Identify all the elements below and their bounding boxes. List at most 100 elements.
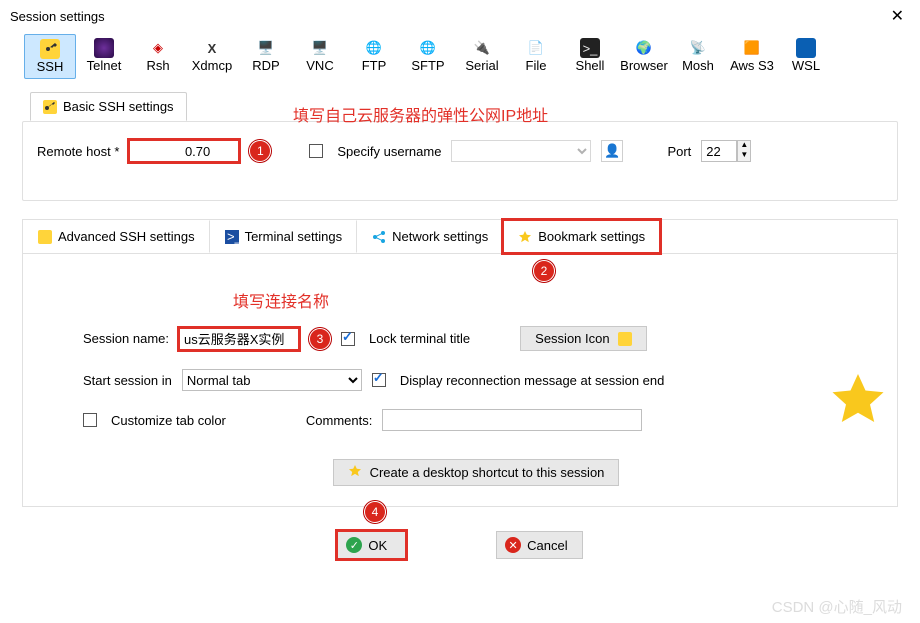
comments-input[interactable] <box>382 409 642 431</box>
tb-shell[interactable]: >_ Shell <box>564 34 616 79</box>
sftp-icon: 🌐 <box>418 38 438 58</box>
tab-terminal-settings[interactable]: >_ Terminal settings <box>210 220 358 253</box>
tab-basic-ssh[interactable]: Basic SSH settings <box>30 92 187 121</box>
customize-tab-label: Customize tab color <box>111 413 226 428</box>
network-icon <box>372 230 386 244</box>
specify-username-label: Specify username <box>337 144 441 159</box>
port-label: Port <box>667 144 691 159</box>
telnet-icon <box>94 38 114 58</box>
display-reconn-checkbox[interactable] <box>372 373 386 387</box>
ok-button[interactable]: ✓ OK <box>337 531 406 559</box>
key-icon <box>618 332 632 346</box>
cancel-icon: ✕ <box>505 537 521 553</box>
customize-tab-checkbox[interactable] <box>83 413 97 427</box>
tb-rsh[interactable]: ◈ Rsh <box>132 34 184 79</box>
key-icon <box>38 230 52 244</box>
tab-basic-ssh-label: Basic SSH settings <box>63 99 174 114</box>
tb-label: Browser <box>620 58 668 73</box>
tab-terminal-settings-label: Terminal settings <box>245 229 343 244</box>
tb-label: SFTP <box>411 58 444 73</box>
session-icon-button[interactable]: Session Icon <box>520 326 646 351</box>
session-name-input[interactable] <box>179 328 299 350</box>
ftp-icon: 🌐 <box>364 38 384 58</box>
tb-label: RDP <box>252 58 279 73</box>
tb-label: WSL <box>792 58 820 73</box>
tb-aws[interactable]: 🟧 Aws S3 <box>726 34 778 79</box>
tb-vnc[interactable]: 🖥️ VNC <box>294 34 346 79</box>
tb-label: Shell <box>576 58 605 73</box>
cancel-button[interactable]: ✕ Cancel <box>496 531 582 559</box>
tb-browser[interactable]: 🌍 Browser <box>618 34 670 79</box>
tab-bookmark-settings[interactable]: Bookmark settings <box>503 220 660 253</box>
session-name-label: Session name: <box>83 331 169 346</box>
browser-icon: 🌍 <box>634 38 654 58</box>
aws-icon: 🟧 <box>742 38 762 58</box>
remote-host-input[interactable] <box>129 140 239 162</box>
file-icon: 📄 <box>526 38 546 58</box>
vnc-icon: 🖥️ <box>310 38 330 58</box>
tb-file[interactable]: 📄 File <box>510 34 562 79</box>
tb-mosh[interactable]: 📡 Mosh <box>672 34 724 79</box>
mosh-icon: 📡 <box>688 38 708 58</box>
port-input[interactable] <box>701 140 737 162</box>
tb-telnet[interactable]: Telnet <box>78 34 130 79</box>
marker-1: 1 <box>249 140 271 162</box>
svg-text:>_: >_ <box>227 230 239 244</box>
terminal-icon: >_ <box>225 230 239 244</box>
ok-icon: ✓ <box>346 537 362 553</box>
cancel-label: Cancel <box>527 538 567 553</box>
tab-network-settings-label: Network settings <box>392 229 488 244</box>
key-icon <box>43 100 57 114</box>
star-icon <box>518 230 532 244</box>
create-shortcut-button[interactable]: Create a desktop shortcut to this sessio… <box>333 459 620 486</box>
marker-4: 4 <box>364 501 386 523</box>
specify-username-checkbox[interactable] <box>309 144 323 158</box>
session-icon-label: Session Icon <box>535 331 609 346</box>
tb-label: Xdmcp <box>192 58 232 73</box>
tab-bookmark-settings-label: Bookmark settings <box>538 229 645 244</box>
tb-rdp[interactable]: 🖥️ RDP <box>240 34 292 79</box>
key-icon <box>40 39 60 59</box>
lock-title-label: Lock terminal title <box>369 331 470 346</box>
tb-label: Aws S3 <box>730 58 774 73</box>
tb-ssh[interactable]: SSH <box>24 34 76 79</box>
start-session-label: Start session in <box>83 373 172 388</box>
tb-wsl[interactable]: WSL <box>780 34 832 79</box>
rsh-icon: ◈ <box>148 38 168 58</box>
marker-2: 2 <box>533 260 555 282</box>
wsl-icon <box>796 38 816 58</box>
remote-host-label: Remote host * <box>37 144 119 159</box>
protocol-toolbar: SSH Telnet ◈ Rsh X Xdmcp 🖥️ RDP 🖥️ VNC 🌐… <box>0 30 920 83</box>
tab-network-settings[interactable]: Network settings <box>357 220 503 253</box>
tb-ftp[interactable]: 🌐 FTP <box>348 34 400 79</box>
lock-title-checkbox[interactable] <box>341 332 355 346</box>
tab-advanced-ssh-label: Advanced SSH settings <box>58 229 195 244</box>
tab-advanced-ssh[interactable]: Advanced SSH settings <box>23 220 210 253</box>
tb-xdmcp[interactable]: X Xdmcp <box>186 34 238 79</box>
ok-label: OK <box>368 538 387 553</box>
rdp-icon: 🖥️ <box>256 38 276 58</box>
tb-label: Serial <box>465 58 498 73</box>
tb-label: VNC <box>306 58 333 73</box>
create-shortcut-label: Create a desktop shortcut to this sessio… <box>370 465 605 480</box>
watermark: CSDN @心随_风动 <box>772 596 902 617</box>
person-icon: 👤 <box>604 143 620 159</box>
serial-icon: 🔌 <box>472 38 492 58</box>
tb-label: File <box>526 58 547 73</box>
tb-label: Mosh <box>682 58 714 73</box>
shell-icon: >_ <box>580 38 600 58</box>
window-title: Session settings <box>10 9 105 24</box>
start-session-select[interactable]: Normal tab <box>182 369 362 391</box>
tb-label: Rsh <box>146 58 169 73</box>
username-select[interactable] <box>451 140 591 162</box>
star-icon <box>348 464 362 481</box>
tb-serial[interactable]: 🔌 Serial <box>456 34 508 79</box>
xdmcp-icon: X <box>202 38 222 58</box>
tb-label: SSH <box>37 59 64 74</box>
tb-sftp[interactable]: 🌐 SFTP <box>402 34 454 79</box>
user-manage-button[interactable]: 👤 <box>601 140 623 162</box>
close-icon[interactable]: ✕ <box>885 6 910 26</box>
port-spinner[interactable]: ▲▼ <box>737 140 751 162</box>
marker-3: 3 <box>309 328 331 350</box>
annotation-name: 填写连接名称 <box>233 288 329 312</box>
